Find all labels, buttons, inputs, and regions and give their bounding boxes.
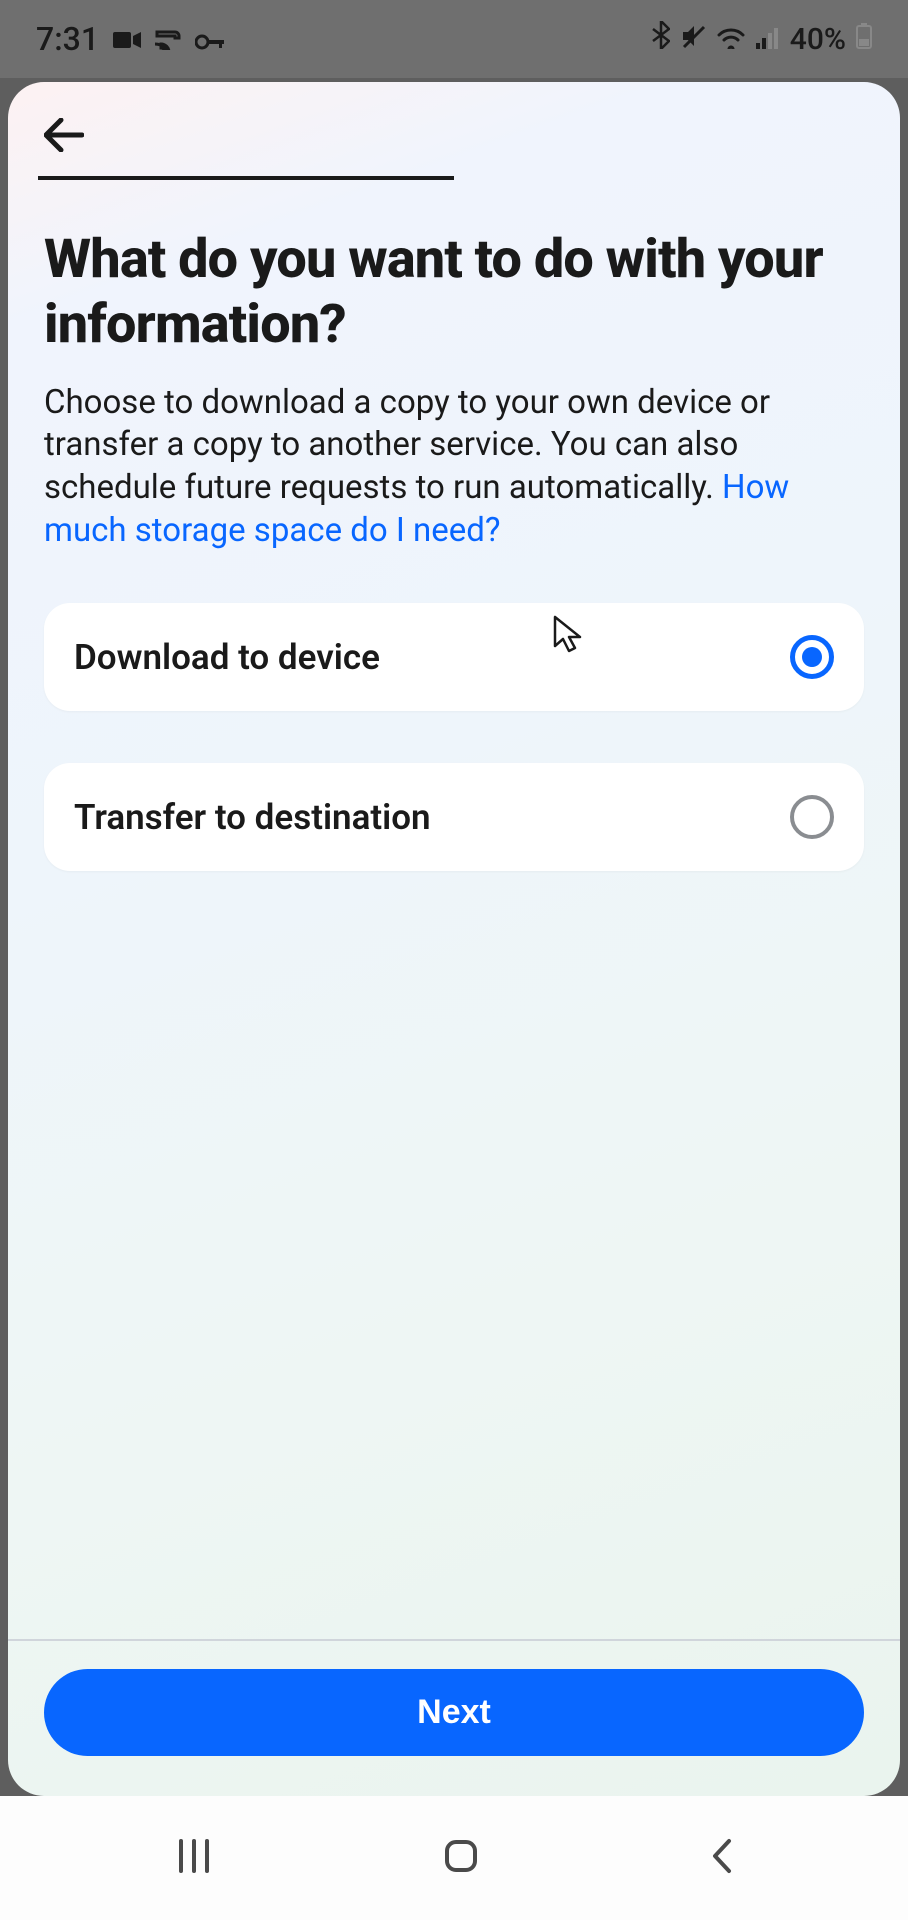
page-description: Choose to download a copy to your own de… xyxy=(44,382,864,554)
radio-unselected-icon xyxy=(790,795,834,839)
back-button[interactable] xyxy=(38,108,90,166)
radio-selected-icon xyxy=(790,635,834,679)
key-icon xyxy=(195,20,225,58)
system-nav-bar xyxy=(0,1796,908,1920)
content-area: What do you want to do with your informa… xyxy=(8,180,900,1639)
footer: Next xyxy=(8,1639,900,1796)
option-transfer[interactable]: Transfer to destination xyxy=(44,763,864,871)
description-text: Choose to download a copy to your own de… xyxy=(44,383,770,508)
wifi-icon xyxy=(716,22,746,57)
status-right: 40% xyxy=(652,21,872,57)
cast-icon xyxy=(155,20,181,58)
home-button[interactable] xyxy=(442,1837,480,1879)
status-bar: 7:31 40% xyxy=(0,0,908,78)
option-label: Download to device xyxy=(74,637,380,678)
option-download[interactable]: Download to device xyxy=(44,603,864,711)
bluetooth-icon xyxy=(652,21,670,57)
recents-button[interactable] xyxy=(175,1837,213,1879)
signal-icon xyxy=(756,22,780,57)
status-left: 7:31 xyxy=(36,20,225,58)
next-button[interactable]: Next xyxy=(44,1669,864,1756)
battery-icon xyxy=(856,22,872,57)
arrow-left-icon xyxy=(44,118,84,152)
mute-icon xyxy=(680,22,706,57)
modal-dialog: What do you want to do with your informa… xyxy=(8,82,900,1796)
battery-percent: 40% xyxy=(790,22,846,57)
status-time: 7:31 xyxy=(36,20,99,58)
modal-header xyxy=(8,82,900,180)
page-title: What do you want to do with your informa… xyxy=(44,228,864,358)
option-list: Download to device Transfer to destinati… xyxy=(44,603,864,871)
back-nav-button[interactable] xyxy=(709,1837,733,1879)
option-label: Transfer to destination xyxy=(74,797,431,838)
camera-icon xyxy=(113,20,141,58)
